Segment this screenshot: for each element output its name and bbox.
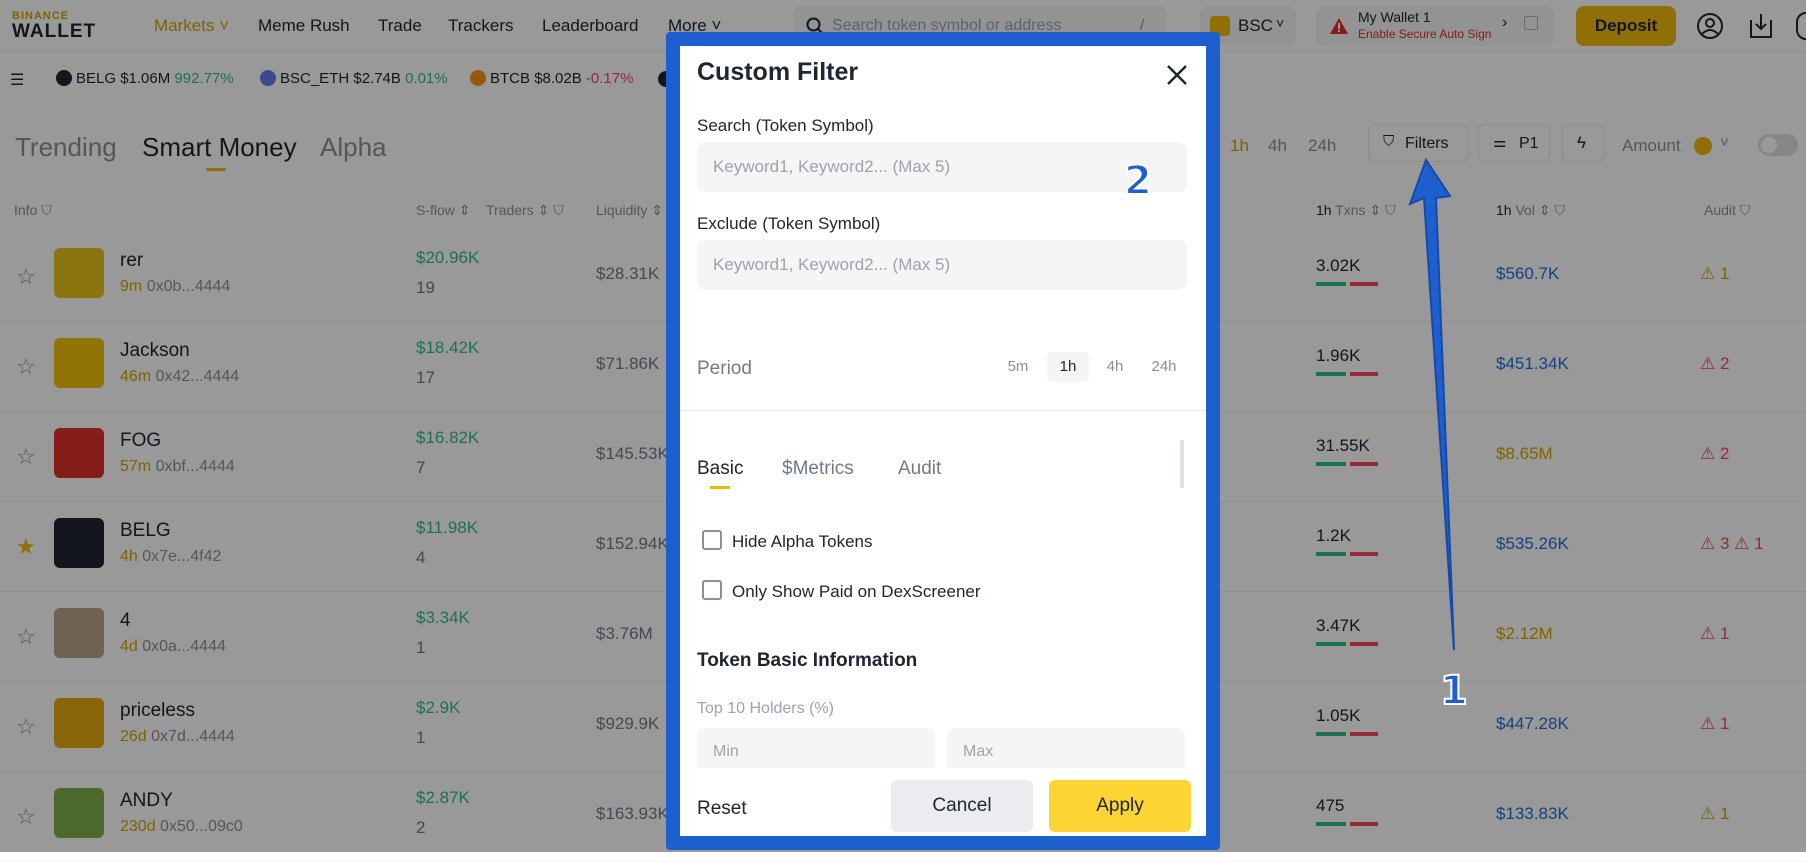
only-paid-label: Only Show Paid on DexScreener [732, 582, 981, 601]
scrollbar[interactable] [1180, 440, 1184, 488]
section-title: Token Basic Information [697, 650, 918, 671]
modal-period-1h[interactable]: 1h [1047, 352, 1089, 382]
divider [680, 410, 1206, 411]
close-icon[interactable] [1162, 60, 1192, 90]
annotation-arrow [1408, 157, 1455, 651]
exclude-symbol-input[interactable]: Keyword1, Keyword2... (Max 5) [697, 240, 1187, 290]
apply-button[interactable]: Apply [1049, 780, 1191, 832]
modal-title: Custom Filter [697, 58, 859, 86]
modal-period-4h[interactable]: 4h [1095, 352, 1135, 382]
hide-alpha-label: Hide Alpha Tokens [732, 532, 873, 551]
search-symbol-input[interactable]: Keyword1, Keyword2... (Max 5) [697, 142, 1187, 192]
modal-period-24h[interactable]: 24h [1140, 352, 1188, 382]
modal-tab-audit[interactable]: Audit [898, 458, 941, 480]
modal-footer: Reset Cancel Apply [680, 768, 1206, 836]
period-label: Period [697, 358, 752, 379]
modal-tab-metrics[interactable]: $Metrics [782, 458, 854, 480]
exclude-label: Exclude (Token Symbol) [697, 214, 881, 233]
modal-tab-underline [710, 486, 730, 489]
annotation-number-1: 1 [1439, 667, 1469, 715]
top10-label: Top 10 Holders (%) [697, 700, 834, 717]
annotation-number-2: 2 [1123, 157, 1153, 205]
cancel-button[interactable]: Cancel [891, 780, 1033, 832]
only-paid-checkbox[interactable] [702, 580, 722, 600]
reset-button[interactable]: Reset [697, 798, 747, 820]
search-label: Search (Token Symbol) [697, 116, 874, 135]
modal-period-5m[interactable]: 5m [998, 352, 1038, 382]
hide-alpha-checkbox[interactable] [702, 530, 722, 550]
modal-tab-basic[interactable]: Basic [697, 458, 743, 480]
